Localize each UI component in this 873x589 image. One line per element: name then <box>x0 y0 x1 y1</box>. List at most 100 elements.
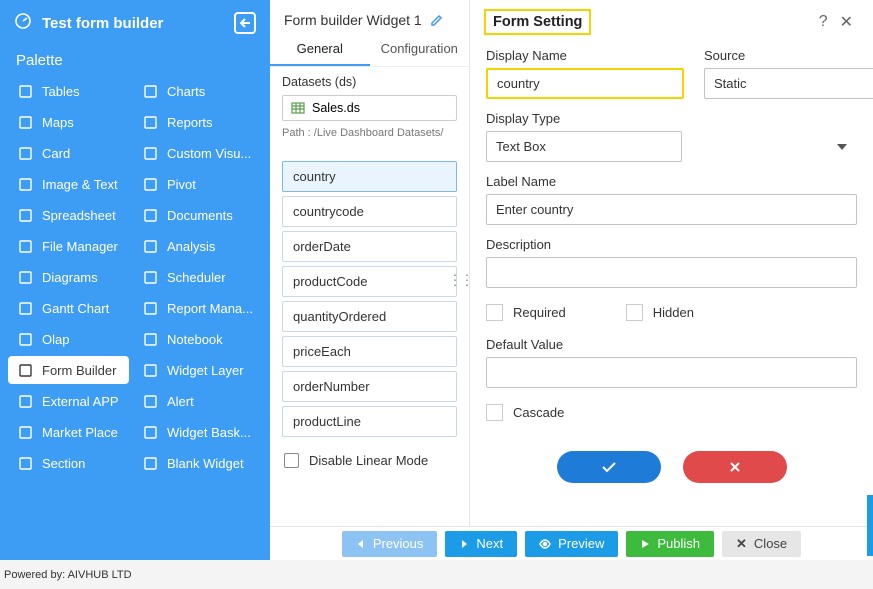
card-icon <box>17 145 33 161</box>
hidden-checkbox[interactable] <box>626 304 643 321</box>
palette-item-alert[interactable]: Alert <box>133 387 262 415</box>
palette-item-gantt[interactable]: Gantt Chart <box>8 294 129 322</box>
palette-item-diagram[interactable]: Diagrams <box>8 263 129 291</box>
market-icon <box>17 424 33 440</box>
resize-handle[interactable]: ⋮⋮ <box>448 272 472 289</box>
palette-item-label: Widget Bask... <box>167 425 251 440</box>
olap-icon <box>17 331 33 347</box>
dataset-name: Sales.ds <box>312 101 360 115</box>
palette-item-analysis[interactable]: Analysis <box>133 232 262 260</box>
field-item[interactable]: quantityOrdered <box>282 301 457 332</box>
palette-item-sched[interactable]: Scheduler <box>133 263 262 291</box>
sidebar: Test form builder Palette TablesMapsCard… <box>0 0 270 560</box>
back-button[interactable] <box>234 12 256 34</box>
close-icon[interactable]: ✕ <box>834 8 859 36</box>
palette-item-sheet[interactable]: Spreadsheet <box>8 201 129 229</box>
default-value-input[interactable] <box>486 357 857 388</box>
palette-item-label: Reports <box>167 115 213 130</box>
pivot-icon <box>142 176 158 192</box>
palette-item-custom[interactable]: Custom Visu... <box>133 139 262 167</box>
palette-item-charts[interactable]: Charts <box>133 77 262 105</box>
cancel-button[interactable] <box>683 451 787 483</box>
display-type-label: Display Type <box>486 111 857 126</box>
palette-item-label: Olap <box>42 332 69 347</box>
form-setting-title: Form Setting <box>484 9 591 35</box>
help-icon[interactable]: ? <box>813 9 834 35</box>
palette-item-label: Charts <box>167 84 205 99</box>
required-checkbox[interactable] <box>486 304 503 321</box>
field-item[interactable]: orderDate <box>282 231 457 262</box>
footer-toolbar: Previous Next Preview Publish ✕Close <box>270 526 873 560</box>
diagram-icon <box>17 269 33 285</box>
palette-item-label: Custom Visu... <box>167 146 251 161</box>
field-item[interactable]: countrycode <box>282 196 457 227</box>
previous-button[interactable]: Previous <box>342 531 438 557</box>
palette-item-pivot[interactable]: Pivot <box>133 170 262 198</box>
palette-item-docs[interactable]: Documents <box>133 201 262 229</box>
widget-title: Form builder Widget 1 <box>284 12 422 28</box>
hidden-label: Hidden <box>653 305 694 320</box>
palette-item-image[interactable]: Image & Text <box>8 170 129 198</box>
palette-item-reports[interactable]: Reports <box>133 108 262 136</box>
disable-linear-checkbox[interactable] <box>284 453 299 468</box>
next-button[interactable]: Next <box>445 531 517 557</box>
field-item[interactable]: productLine <box>282 406 457 437</box>
field-item[interactable]: country <box>282 161 457 192</box>
palette-item-market[interactable]: Market Place <box>8 418 129 446</box>
label-name-input[interactable] <box>486 194 857 225</box>
palette-item-blank[interactable]: Blank Widget <box>133 449 262 477</box>
field-item[interactable]: orderNumber <box>282 371 457 402</box>
palette-item-tables[interactable]: Tables <box>8 77 129 105</box>
palette-item-label: Maps <box>42 115 74 130</box>
gantt-icon <box>17 300 33 316</box>
image-icon <box>17 176 33 192</box>
palette-item-repman[interactable]: Report Mana... <box>133 294 262 322</box>
label-name-label: Label Name <box>486 174 857 189</box>
close-button[interactable]: ✕Close <box>722 531 801 557</box>
dashboard-icon <box>14 12 32 34</box>
palette-item-form[interactable]: Form Builder <box>8 356 129 384</box>
middle-panel: ⋮⋮ Form builder Widget 1 General Configu… <box>270 0 470 560</box>
repman-icon <box>142 300 158 316</box>
palette-item-notebook[interactable]: Notebook <box>133 325 262 353</box>
palette-item-file[interactable]: File Manager <box>8 232 129 260</box>
tab-configuration[interactable]: Configuration <box>370 32 470 66</box>
publish-button[interactable]: Publish <box>626 531 714 557</box>
custom-icon <box>142 145 158 161</box>
confirm-button[interactable] <box>557 451 661 483</box>
display-name-label: Display Name <box>486 48 684 63</box>
palette-item-ext[interactable]: External APP <box>8 387 129 415</box>
disable-linear-label: Disable Linear Mode <box>309 453 428 468</box>
display-name-input[interactable] <box>486 68 684 99</box>
palette-item-basket[interactable]: Widget Bask... <box>133 418 262 446</box>
cascade-checkbox[interactable] <box>486 404 503 421</box>
field-item[interactable]: productCode <box>282 266 457 297</box>
palette-item-section[interactable]: Section <box>8 449 129 477</box>
palette-item-label: Tables <box>42 84 80 99</box>
display-type-select[interactable] <box>486 131 682 162</box>
palette-item-card[interactable]: Card <box>8 139 129 167</box>
dataset-selection[interactable]: Sales.ds <box>282 95 457 121</box>
layer-icon <box>142 362 158 378</box>
palette-item-layer[interactable]: Widget Layer <box>133 356 262 384</box>
palette-item-label: Blank Widget <box>167 456 244 471</box>
form-icon <box>17 362 33 378</box>
docs-icon <box>142 207 158 223</box>
description-input[interactable] <box>486 257 857 288</box>
palette-item-label: Diagrams <box>42 270 98 285</box>
field-item[interactable]: priceEach <box>282 336 457 367</box>
palette-item-label: Alert <box>167 394 194 409</box>
palette-item-olap[interactable]: Olap <box>8 325 129 353</box>
default-value-label: Default Value <box>486 337 857 352</box>
tab-general[interactable]: General <box>270 32 370 66</box>
source-select[interactable] <box>704 68 873 99</box>
palette-title: Palette <box>0 46 270 77</box>
preview-button[interactable]: Preview <box>525 531 618 557</box>
palette-item-maps[interactable]: Maps <box>8 108 129 136</box>
palette-item-label: External APP <box>42 394 119 409</box>
cascade-label: Cascade <box>513 405 564 420</box>
datasets-label: Datasets (ds) <box>270 66 469 93</box>
edit-icon[interactable] <box>430 13 444 27</box>
palette-item-label: File Manager <box>42 239 118 254</box>
palette-item-label: Scheduler <box>167 270 226 285</box>
